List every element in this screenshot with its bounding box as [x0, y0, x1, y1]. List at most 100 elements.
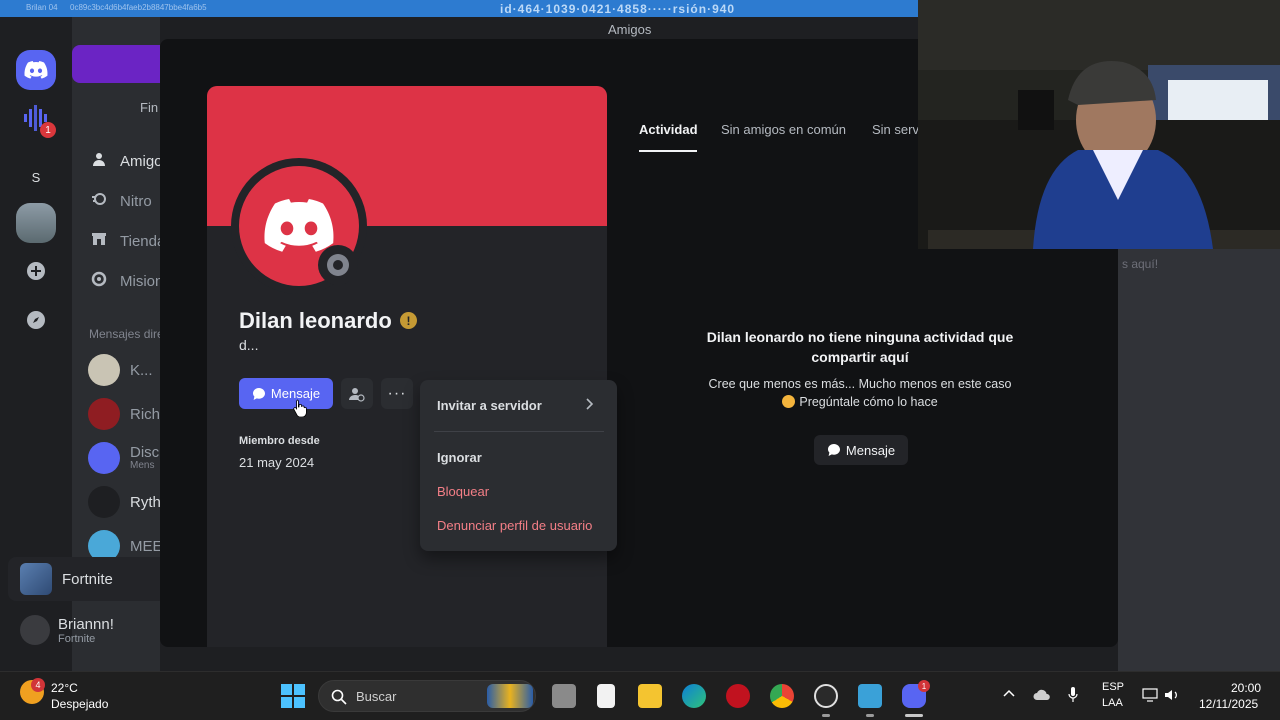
active-indicator: [905, 714, 923, 717]
nav-item-label: Tienda: [120, 233, 160, 250]
member-since-date: 21 may 2024: [239, 455, 315, 470]
warning-badge-icon[interactable]: !: [400, 312, 417, 329]
compass-icon: [27, 311, 45, 329]
clock-date[interactable]: 12/11/2025: [1199, 697, 1258, 711]
menu-item-ignore[interactable]: Ignorar: [437, 450, 482, 465]
dm-section-header: Mensajes directos: [89, 327, 160, 341]
microphone-icon[interactable]: [1068, 687, 1078, 703]
more-options-button[interactable]: ···: [381, 378, 413, 409]
activity-message-button[interactable]: Mensaje: [814, 435, 908, 465]
network-icon[interactable]: [1142, 688, 1158, 702]
pending-friend-icon: [349, 387, 365, 402]
empty-activity-line: Cree que menos es más... Mucho menos en …: [708, 377, 1012, 391]
nav-item-friends[interactable]: Amigos: [90, 151, 160, 172]
discord-logo-icon: [264, 199, 334, 252]
weather-badge: 4: [31, 678, 45, 692]
caption-blurred-text: id·464·1039·0421·4858·····rsión·940: [500, 2, 736, 16]
profile-card: Dilan leonardo ! d... Mensaje ··· Miembr…: [207, 86, 607, 647]
edge-icon[interactable]: [682, 684, 706, 708]
quests-icon: [90, 271, 108, 292]
tab-mutual-friends[interactable]: Sin amigos en común: [721, 122, 846, 137]
nav-item-label: Misiones: [120, 273, 160, 290]
menu-item-report-profile[interactable]: Denunciar perfil de usuario: [437, 518, 592, 533]
weather-temperature[interactable]: 22°C: [51, 681, 78, 695]
dm-name: Ryth: [130, 493, 160, 511]
menu-item-invite-to-server[interactable]: Invitar a servidor: [437, 398, 542, 413]
chat-bubble-icon: [252, 387, 265, 400]
activity-game-name: Fortnite: [62, 570, 113, 588]
nav-item-label: Nitro: [120, 193, 152, 210]
nav-item-nitro[interactable]: Nitro: [90, 191, 152, 212]
notepad-icon[interactable]: [597, 684, 615, 708]
explore-button[interactable]: [16, 300, 56, 340]
running-indicator: [866, 714, 874, 717]
server-icon-audio[interactable]: 1: [16, 98, 56, 138]
input-language[interactable]: ESP: [1102, 681, 1124, 693]
profile-username: d...: [239, 337, 259, 353]
file-explorer-icon[interactable]: [638, 684, 662, 708]
windows-taskbar: 4 22°C Despejado Buscar 1 ESP LAA 20:00 …: [0, 671, 1280, 720]
red-app-icon[interactable]: [726, 684, 750, 708]
user-name: Briannn!: [58, 615, 114, 633]
window-caption-strip: Brilan 04 0c89c3bc4d6b4faeb2b8847bbe4fa6…: [0, 0, 918, 17]
menu-divider: [434, 431, 604, 432]
message-button[interactable]: Mensaje: [239, 378, 333, 409]
activity-message-label: Mensaje: [845, 442, 896, 458]
taskbar-search-box[interactable]: Buscar: [318, 680, 536, 712]
input-layout[interactable]: LAA: [1102, 697, 1123, 709]
task-view-icon[interactable]: [552, 684, 576, 708]
dm-item[interactable]: Rich: [88, 398, 160, 430]
nitro-icon: [90, 191, 108, 212]
ellipsis-icon: ···: [387, 384, 407, 402]
chevron-up-icon[interactable]: [1003, 688, 1015, 698]
server-icon-image[interactable]: [16, 203, 56, 243]
add-server-button[interactable]: [16, 251, 56, 291]
volume-icon[interactable]: [1164, 688, 1180, 702]
activity-status-bar[interactable]: Fortnite: [8, 557, 160, 601]
smiling-face-icon: [782, 395, 796, 408]
dm-subtext: Mens: [130, 460, 155, 471]
fortnite-app-icon[interactable]: [858, 684, 882, 708]
server-letter: S: [31, 169, 41, 185]
server-icon-s[interactable]: S: [16, 157, 56, 197]
plus-icon: [27, 262, 45, 280]
add-friend-button[interactable]: [341, 378, 373, 409]
nav-item-shop[interactable]: Tienda: [90, 231, 160, 252]
search-label: Buscar: [356, 689, 397, 704]
onedrive-cloud-icon[interactable]: [1033, 689, 1051, 701]
avatar: [88, 486, 120, 518]
dm-name: Disc: [130, 444, 160, 461]
clock-time[interactable]: 20:00: [1231, 681, 1261, 695]
dm-name: MEE: [130, 537, 160, 555]
chrome-icon[interactable]: [770, 684, 794, 708]
windows-start-icon[interactable]: [281, 684, 305, 708]
home-button[interactable]: [16, 50, 56, 90]
member-since-label: Miembro desde: [239, 435, 320, 447]
caption-hash-text: 0c89c3bc4d6b4faeb2b8847bbe4fa6b5: [70, 3, 207, 12]
find-conversation-input[interactable]: Fin: [140, 100, 158, 115]
discord-logo-icon: [24, 61, 48, 79]
menu-item-block[interactable]: Bloquear: [437, 484, 489, 499]
obs-icon[interactable]: [814, 684, 838, 708]
tab-activity[interactable]: Actividad: [639, 122, 698, 137]
dm-item[interactable]: Ryth: [88, 486, 160, 518]
webcam-scene-image: [918, 0, 1280, 249]
fortnite-game-icon: [20, 563, 52, 595]
chat-bubble-icon: [827, 444, 840, 456]
weather-description[interactable]: Despejado: [51, 697, 108, 711]
active-tab-indicator: [639, 150, 697, 152]
window-title: Amigos: [608, 22, 652, 37]
empty-activity-question: Pregúntale cómo lo hace: [799, 395, 938, 409]
dm-item[interactable]: K...: [88, 354, 153, 386]
dm-name: Rich: [130, 405, 160, 423]
user-status: Fortnite: [58, 632, 96, 645]
status-indicator: [318, 245, 358, 285]
dm-item[interactable]: Disc Mens: [88, 442, 159, 474]
nav-item-quests[interactable]: Misiones: [90, 271, 160, 292]
friends-icon: [90, 151, 108, 172]
user-panel[interactable]: Briannn! Fortnite: [20, 615, 114, 645]
profile-display-name: Dilan leonardo: [239, 308, 392, 333]
server-notification-badge: 1: [40, 122, 56, 138]
nitro-promo-banner[interactable]: [72, 45, 160, 83]
empty-activity-subtitle: Cree que menos es más... Mucho menos en …: [690, 375, 1030, 411]
